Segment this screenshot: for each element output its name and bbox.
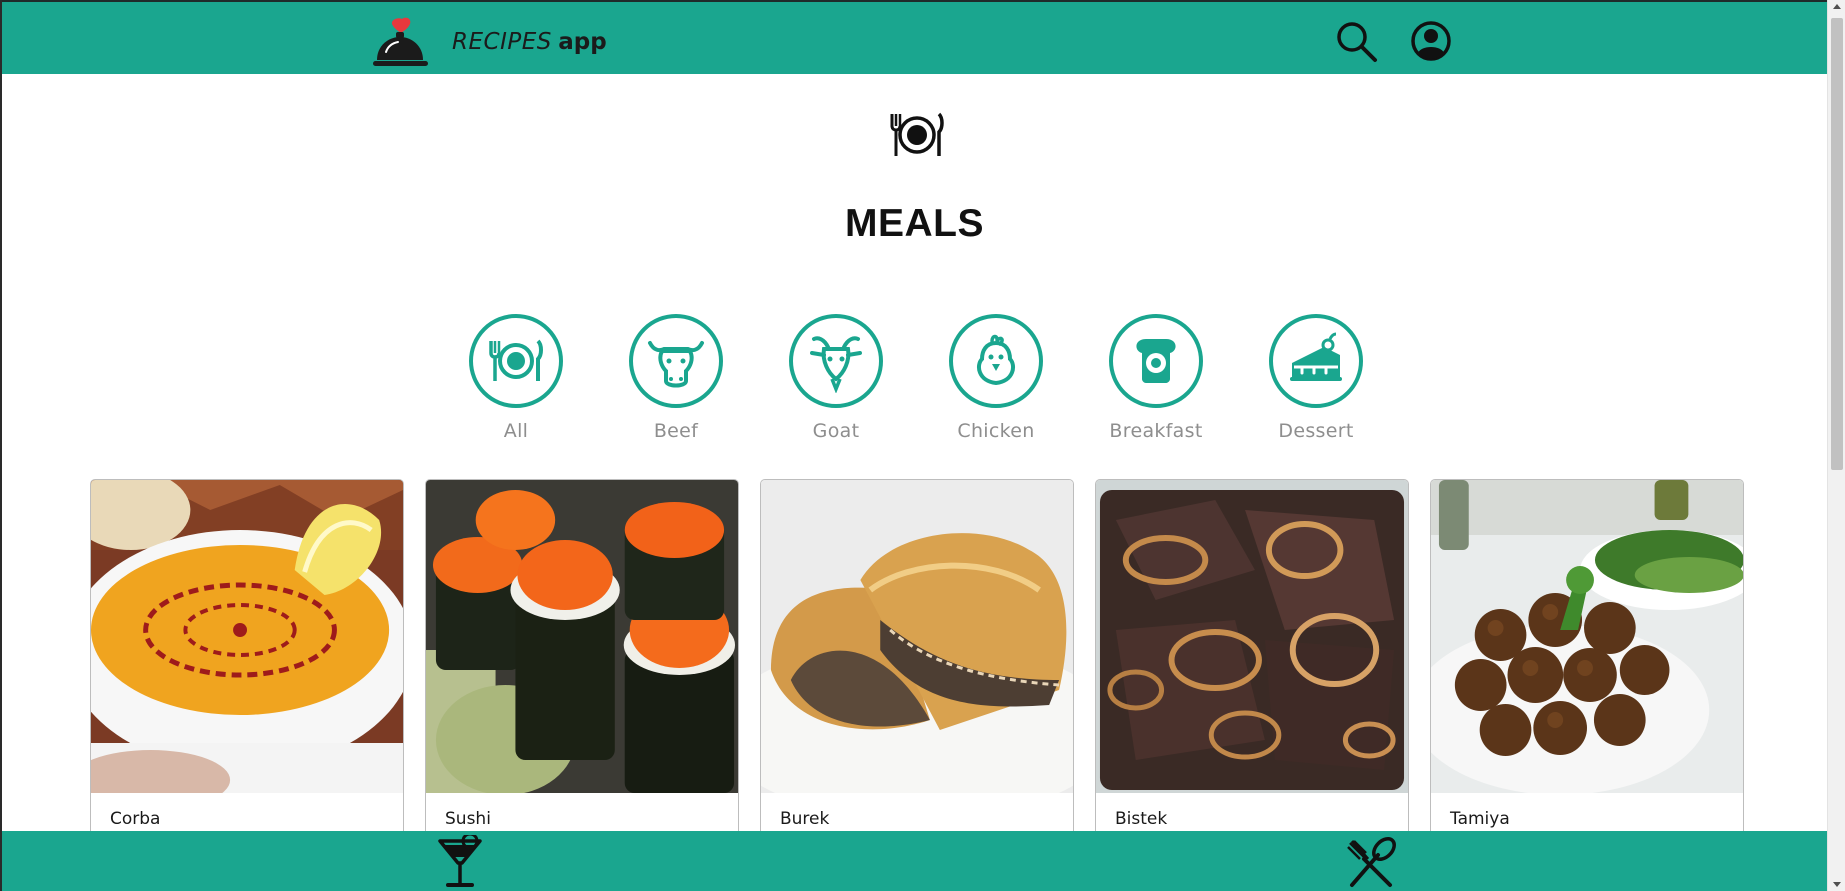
plate-fork-knife-icon <box>489 339 543 381</box>
sushi-image <box>426 480 738 793</box>
category-label: Goat <box>812 420 860 442</box>
category-breakfast[interactable]: Breakfast <box>1096 314 1216 442</box>
tamiya-image <box>1431 480 1743 793</box>
category-label: Beef <box>653 420 699 442</box>
bistek-image <box>1096 480 1408 793</box>
recipe-thumbnail[interactable] <box>761 480 1073 793</box>
fork-spoon-icon[interactable] <box>1346 837 1396 889</box>
category-dessert-circle[interactable] <box>1269 314 1363 408</box>
recipe-card[interactable]: Burek <box>760 479 1074 839</box>
chicken-icon <box>977 334 1015 386</box>
category-breakfast-circle[interactable] <box>1109 314 1203 408</box>
profile-icon[interactable] <box>1410 20 1452 62</box>
recipe-name: Burek <box>780 809 830 829</box>
category-dessert[interactable]: Dessert <box>1256 314 1376 442</box>
category-label: Chicken <box>957 420 1035 442</box>
category-label: Breakfast <box>1109 420 1203 442</box>
header-bar: RECIPES app <box>2 0 1827 74</box>
category-chicken[interactable]: Chicken <box>936 314 1056 442</box>
category-label: All <box>503 420 529 442</box>
cocktail-icon[interactable] <box>436 835 484 889</box>
app-name: RECIPES app <box>452 28 607 55</box>
category-label: Dessert <box>1278 420 1354 442</box>
vertical-scrollbar[interactable] <box>1827 0 1845 891</box>
footer-bar <box>2 831 1827 891</box>
recipe-thumbnail[interactable] <box>91 480 403 793</box>
recipe-name: Bistek <box>1115 809 1168 829</box>
category-beef[interactable]: Beef <box>616 314 736 442</box>
category-goat[interactable]: Goat <box>776 314 896 442</box>
scroll-down-arrow-icon[interactable] <box>1833 882 1841 887</box>
plate-fork-knife-icon <box>890 112 944 156</box>
burek-image <box>761 480 1073 793</box>
soup-bowl-image <box>91 480 403 793</box>
app-name-light: RECIPES <box>452 29 552 55</box>
recipe-name: Corba <box>110 809 161 829</box>
scroll-thumb[interactable] <box>1831 18 1843 470</box>
app-name-bold: app <box>558 29 607 55</box>
cow-icon <box>648 341 704 388</box>
cake-icon <box>1290 332 1342 381</box>
recipe-card[interactable]: Tamiya <box>1430 479 1744 839</box>
toast-egg-icon <box>1136 339 1176 383</box>
recipe-card[interactable]: Corba <box>90 479 404 839</box>
scroll-up-arrow-icon[interactable] <box>1833 4 1841 9</box>
app-viewport: RECIPES app MEALS All Beef Goat Chicken … <box>0 0 1827 891</box>
recipe-card[interactable]: Bistek <box>1095 479 1409 839</box>
recipe-name: Sushi <box>445 809 491 829</box>
recipe-name: Tamiya <box>1450 809 1510 829</box>
recipe-thumbnail[interactable] <box>1431 480 1743 793</box>
recipe-thumbnail[interactable] <box>1096 480 1408 793</box>
category-all-circle[interactable] <box>469 314 563 408</box>
recipe-card-grid: Corba Sushi Burek Bistek Tamiya <box>90 479 1750 839</box>
goat-icon <box>810 336 862 393</box>
category-chicken-circle[interactable] <box>949 314 1043 408</box>
category-goat-circle[interactable] <box>789 314 883 408</box>
category-all[interactable]: All <box>456 314 576 442</box>
page-title: MEALS <box>845 202 984 245</box>
serving-cloche-heart-icon[interactable] <box>372 16 430 70</box>
search-icon[interactable] <box>1335 20 1379 64</box>
recipe-thumbnail[interactable] <box>426 480 738 793</box>
category-beef-circle[interactable] <box>629 314 723 408</box>
recipe-card[interactable]: Sushi <box>425 479 739 839</box>
